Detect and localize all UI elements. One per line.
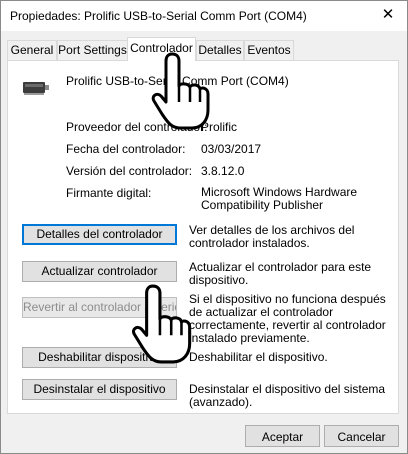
title-bar: Propiedades: Prolific USB-to-Serial Comm… — [1, 1, 407, 31]
tab-eventos[interactable]: Eventos — [244, 40, 294, 60]
driver-details-button[interactable]: Detalles del controlador — [22, 224, 177, 245]
close-icon[interactable]: ✕ — [379, 6, 397, 24]
tab-port-settings[interactable]: Port Settings — [57, 40, 128, 60]
ok-button[interactable]: Aceptar — [245, 425, 320, 447]
signer-label: Firmante digital: — [66, 186, 152, 200]
tab-general[interactable]: General — [7, 40, 57, 60]
date-label: Fecha del controlador: — [66, 142, 186, 156]
rollback-driver-description: Si el dispositivo no funciona después de… — [189, 292, 386, 345]
version-label: Versión del controlador: — [66, 164, 193, 178]
uninstall-device-description: Desinstalar el dispositivo del sistema (… — [189, 382, 386, 409]
signer-value: Microsoft Windows Hardware Compatibility… — [201, 185, 358, 212]
uninstall-device-button[interactable]: Desinstalar el dispositivo — [22, 379, 177, 400]
update-driver-description: Actualizar el controlador para este disp… — [189, 260, 372, 287]
usb-serial-adapter-icon — [23, 82, 49, 95]
date-value: 03/03/2017 — [201, 142, 262, 156]
hand-pointer-icon — [132, 284, 192, 364]
update-driver-button[interactable]: Actualizar controlador — [22, 261, 177, 282]
hand-pointer-icon — [151, 52, 210, 130]
version-value: 3.8.12.0 — [201, 164, 245, 178]
disable-device-description: Deshabilitar el dispositivo. — [189, 350, 328, 364]
driver-details-description: Ver detalles de los archivos del control… — [189, 223, 355, 250]
cancel-button[interactable]: Cancelar — [324, 425, 399, 447]
window-title: Propiedades: Prolific USB-to-Serial Comm… — [10, 9, 307, 23]
